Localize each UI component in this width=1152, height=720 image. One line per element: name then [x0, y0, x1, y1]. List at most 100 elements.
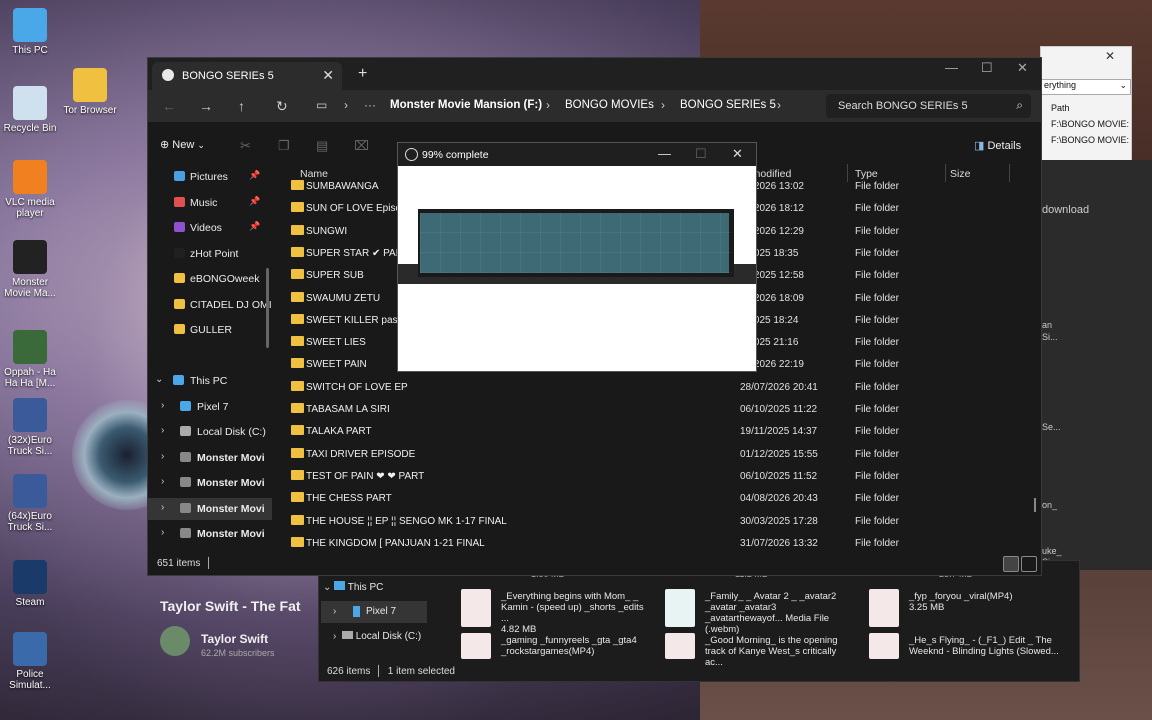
video-file-icon: [461, 589, 491, 627]
avatar[interactable]: [160, 626, 190, 656]
desktop-icon[interactable]: (32x)Euro Truck Si...: [0, 398, 60, 457]
details-view-icon[interactable]: [1003, 556, 1019, 572]
close-icon[interactable]: ✕: [1105, 49, 1115, 63]
tab-bongo-series-5[interactable]: BONGO SERIEs 5 ✕: [152, 62, 342, 90]
breadcrumb-drive[interactable]: Monster Movie Mansion (F:): [390, 99, 542, 111]
nav-item[interactable]: Videos 📌: [148, 217, 272, 239]
back-arrow-icon[interactable]: ←: [162, 98, 176, 114]
side-text: Se...: [1042, 422, 1061, 432]
nav-item[interactable]: CITADEL DJ OMI: [148, 294, 272, 316]
tree-item[interactable]: › Monster Movi: [148, 447, 272, 469]
search-icon[interactable]: ⌕: [1016, 98, 1023, 113]
nav-item[interactable]: GULLER: [148, 319, 272, 341]
refresh-icon[interactable]: ↻: [276, 98, 288, 115]
close-icon[interactable]: ✕: [732, 146, 743, 162]
status-bar: 626 items │ 1 item selected: [327, 666, 455, 677]
table-row[interactable]: TABASAM LA SIRI 06/10/2025 11:22 File fold…: [281, 399, 1021, 421]
video-file-icon: [869, 633, 899, 659]
chevron-right-icon[interactable]: ›: [161, 527, 164, 538]
chevron-right-icon[interactable]: ›: [161, 451, 164, 462]
chevron-right-icon[interactable]: ›: [161, 476, 164, 487]
more-icon[interactable]: ···: [364, 98, 376, 112]
table-row[interactable]: THE KINGDOM [ PANJUAN 1-21 FINAL 31/07/20…: [281, 533, 1021, 555]
monitor-icon[interactable]: ▭: [316, 98, 327, 112]
close-tab-icon[interactable]: ✕: [322, 67, 334, 84]
video-title[interactable]: Taylor Swift - The Fat: [160, 598, 301, 614]
tree-item-pixel-7[interactable]: › Pixel 7: [321, 601, 427, 623]
nav-item[interactable]: Pictures 📌: [148, 166, 272, 188]
minimize-icon[interactable]: —: [945, 60, 958, 75]
file-name: SUPER STAR ✔ PART: [306, 247, 409, 259]
tree-item[interactable]: › Monster Movi: [148, 523, 272, 545]
desktop-icon-label: Steam: [15, 597, 45, 608]
this-pc-icon: [173, 375, 184, 385]
nav-item[interactable]: Music 📌: [148, 192, 272, 214]
tree-item[interactable]: › Local Disk (C:): [148, 421, 272, 443]
desktop-icon[interactable]: Monster Movie Ma...: [0, 240, 60, 299]
new-button[interactable]: ⊕ New ⌄: [160, 138, 205, 151]
desktop-icon[interactable]: Police Simulat...: [0, 632, 60, 691]
breadcrumb-bongo-movies[interactable]: BONGO MOVIEs: [565, 99, 654, 111]
desktop-icon[interactable]: Recycle Bin: [0, 86, 60, 134]
file-tile[interactable]: _He_s Flying_ - (_F1_) Edit _ The Weeknd…: [869, 633, 1059, 673]
desktop-icon[interactable]: Oppah - Ha Ha Ha [M...: [0, 330, 60, 389]
table-row[interactable]: TEST OF PAIN ❤ ❤ PART 06/10/2025 11:52 Fil…: [281, 466, 1021, 488]
forward-arrow-icon[interactable]: →: [199, 98, 213, 114]
desktop-icon[interactable]: VLC media player: [0, 160, 60, 219]
desktop-icon[interactable]: This PC: [0, 8, 60, 56]
download-button[interactable]: download: [1042, 204, 1089, 216]
search-dropdown[interactable]: erything ⌄: [1041, 79, 1131, 95]
drive-icon: [180, 502, 191, 513]
file-name: TALAKA PART: [306, 426, 372, 438]
nav-scrollbar[interactable]: [266, 268, 269, 348]
file-type: File folder: [855, 314, 899, 326]
tree-item-this-pc[interactable]: ⌄ This PC: [323, 581, 383, 593]
file-tile[interactable]: _Family_ _ Avatar 2 _ _avatar2 _avatar _…: [665, 589, 855, 635]
paste-icon[interactable]: ▤: [316, 138, 328, 154]
file-tile[interactable]: _Good Morning_ is the opening track of K…: [665, 633, 855, 673]
chevron-right-icon[interactable]: ›: [161, 400, 164, 411]
nav-item[interactable]: zHot Point: [148, 243, 272, 265]
pin-icon[interactable]: 📌: [249, 221, 260, 232]
up-arrow-icon[interactable]: ↑: [238, 98, 245, 114]
pin-icon[interactable]: 📌: [249, 170, 260, 181]
close-icon[interactable]: ✕: [1017, 60, 1028, 76]
file-date: 31/07/2026 13:32: [740, 537, 818, 549]
chevron-down-icon[interactable]: ⌄: [155, 374, 163, 385]
file-tile[interactable]: _gaming _funnyreels _gta _gta4 _rockstar…: [461, 633, 651, 673]
minimize-icon[interactable]: —: [658, 146, 671, 161]
folder-icon: [291, 403, 304, 413]
desktop-icon[interactable]: (64x)Euro Truck Si...: [0, 474, 60, 533]
table-row[interactable]: TAXI DRIVER EPISODE 01/12/2025 15:55 File …: [281, 444, 1021, 466]
chevron-right-icon[interactable]: ›: [161, 502, 164, 513]
table-row[interactable]: THE HOUSE ¦¦ EP ¦¦ SENGO MK 1-17 FINAL 30…: [281, 511, 1021, 533]
tree-item[interactable]: › Monster Movi: [148, 472, 272, 494]
file-tile[interactable]: _fyp _foryou _viral(MP4) 3.25 MB: [869, 589, 1059, 629]
table-row[interactable]: TALAKA PART 19/11/2025 14:37 File folder: [281, 421, 1021, 443]
table-row[interactable]: SWITCH OF LOVE EP 28/07/2026 20:41 File fo…: [281, 377, 1021, 399]
cut-icon[interactable]: ✂: [240, 138, 251, 154]
details-button[interactable]: ◨ Details: [974, 139, 1021, 152]
file-tile[interactable]: _Everything begins with Mom_ _ Kamin - (…: [461, 589, 651, 635]
desktop-icon[interactable]: Tor Browser: [60, 68, 120, 116]
navigation-pane: Pictures 📌 Music 📌 Videos 📌 zHot Point eBONGOwe…: [148, 162, 272, 555]
search-input[interactable]: Search BONGO SERIEs 5 ⌕: [826, 94, 1031, 118]
tree-item-local-disk[interactable]: › Local Disk (C:): [333, 631, 421, 642]
rename-icon[interactable]: ⌧: [354, 138, 369, 154]
channel-name[interactable]: Taylor Swift: [201, 632, 268, 646]
maximize-icon[interactable]: ☐: [981, 60, 993, 76]
new-tab-button[interactable]: +: [358, 65, 367, 83]
pin-icon[interactable]: 📌: [249, 196, 260, 207]
copy-icon[interactable]: ❐: [278, 138, 290, 154]
media-file-icon: [665, 589, 695, 627]
list-scrollbar[interactable]: [1034, 498, 1036, 512]
desktop-icon[interactable]: Steam: [0, 560, 60, 608]
tree-item[interactable]: › Monster Movi: [148, 497, 272, 520]
tree-item[interactable]: ⌄ This PC: [148, 370, 272, 392]
breadcrumb-bongo-series-5[interactable]: BONGO SERIEs 5: [680, 99, 776, 111]
tiles-view-icon[interactable]: [1021, 556, 1037, 572]
table-row[interactable]: THE CHESS PART 04/08/2026 20:43 File folde…: [281, 488, 1021, 510]
nav-item[interactable]: eBONGOweek: [148, 268, 272, 290]
chevron-right-icon[interactable]: ›: [161, 425, 164, 436]
tree-item[interactable]: › Pixel 7: [148, 396, 272, 418]
